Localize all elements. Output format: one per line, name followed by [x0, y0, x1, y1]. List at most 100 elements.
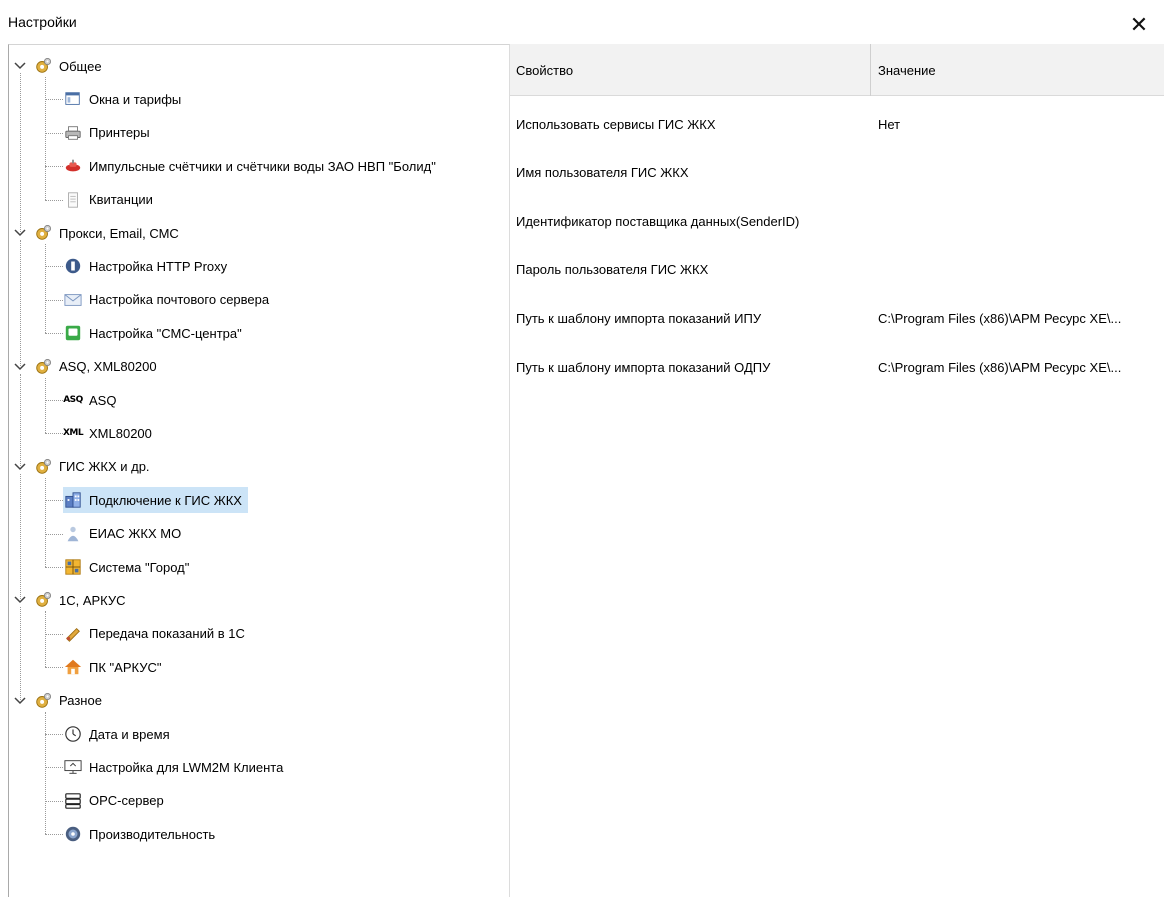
- tree-item[interactable]: Квитанции: [63, 187, 159, 213]
- tree-item[interactable]: XML XML80200: [63, 420, 158, 446]
- tree-item[interactable]: Система "Город": [63, 554, 195, 580]
- tree-group-label: Прокси, Email, СМС: [59, 225, 179, 241]
- proxy-icon: [63, 256, 83, 276]
- tree-item[interactable]: Дата и время: [63, 721, 176, 747]
- tree-item-label: XML80200: [89, 425, 152, 441]
- tree-item[interactable]: Принтеры: [63, 120, 156, 146]
- title-bar: Настройки ✕: [0, 0, 1164, 44]
- gear-group-icon: [33, 357, 53, 377]
- tree-item[interactable]: ПК "АРКУС": [63, 654, 167, 680]
- property-value[interactable]: [872, 246, 1164, 294]
- tree-item[interactable]: Настройка "СМС-центра": [63, 320, 248, 346]
- settings-tree[interactable]: Общее Окна и тарифы Принтеры Импульсные счё…: [8, 44, 510, 897]
- tree-item[interactable]: Окна и тарифы: [63, 86, 187, 112]
- window-title: Настройки: [8, 14, 77, 30]
- xml-icon: XML: [62, 428, 84, 439]
- gear-group-icon: [33, 56, 53, 76]
- property-name: Использовать сервисы ГИС ЖКХ: [516, 116, 716, 132]
- tree-item-label: Передача показаний в 1С: [89, 626, 245, 642]
- asq-icon: ASQ: [63, 395, 83, 405]
- expand-chevron-icon[interactable]: [13, 226, 27, 240]
- tree-group-0[interactable]: Общее: [33, 53, 106, 79]
- expand-chevron-icon[interactable]: [13, 59, 27, 73]
- tree-item[interactable]: OPC-сервер: [63, 788, 170, 814]
- server-icon: [63, 791, 83, 811]
- property-name: Путь к шаблону импорта показаний ИПУ: [516, 310, 762, 326]
- tree-item-label: Настройка почтового сервера: [89, 292, 270, 308]
- printer-icon: [63, 123, 83, 143]
- window-icon: [63, 89, 83, 109]
- property-value[interactable]: Нет: [872, 100, 1164, 148]
- tree-item-label: Окна и тарифы: [89, 91, 182, 107]
- tree-group-3[interactable]: ГИС ЖКХ и др.: [33, 454, 154, 480]
- figure-icon: [63, 524, 83, 544]
- grid-row[interactable]: Идентификатор поставщика данных(SenderID…: [510, 197, 1164, 245]
- expand-chevron-icon[interactable]: [13, 360, 27, 374]
- expand-chevron-icon[interactable]: [13, 460, 27, 474]
- tree-group-label: Общее: [59, 58, 102, 74]
- tree-group-5[interactable]: Разное: [33, 688, 106, 714]
- property-value[interactable]: [872, 197, 1164, 245]
- tree-item-label: OPC-сервер: [89, 793, 164, 809]
- close-button[interactable]: ✕: [1114, 8, 1164, 42]
- tree-item[interactable]: ASQ ASQ: [63, 387, 122, 413]
- tree-item[interactable]: Настройка почтового сервера: [63, 287, 275, 313]
- gear-group-icon: [33, 590, 53, 610]
- tree-group-label: Разное: [59, 693, 102, 709]
- tree-item[interactable]: Производительность: [63, 821, 221, 847]
- speed-icon: [63, 824, 83, 844]
- property-name: Пароль пользователя ГИС ЖКХ: [516, 262, 709, 278]
- tree-item-label: ASQ: [89, 392, 117, 408]
- tree-item-label: ЕИАС ЖКХ МО: [89, 526, 182, 542]
- grid-row[interactable]: Путь к шаблону импорта показаний ОДПУ C:\…: [510, 343, 1164, 391]
- tree-group-label: ASQ, XML80200: [59, 359, 157, 375]
- property-value[interactable]: [872, 149, 1164, 197]
- tree-item-label: Производительность: [89, 826, 216, 842]
- tree-item-label: Настройка "СМС-центра": [89, 325, 242, 341]
- tree-item-label: Подключение к ГИС ЖКХ: [89, 492, 242, 508]
- property-value[interactable]: C:\Program Files (x86)\АРМ Ресурс XE\...: [872, 343, 1164, 391]
- expand-chevron-icon[interactable]: [13, 593, 27, 607]
- building-icon: [63, 490, 83, 510]
- tree-group-label: 1С, АРКУС: [59, 592, 126, 608]
- mail-icon: [63, 290, 83, 310]
- tree-item-label: ПК "АРКУС": [89, 659, 162, 675]
- tree-item[interactable]: Настройка HTTP Proxy: [63, 253, 233, 279]
- tree-item[interactable]: Импульсные счётчики и счётчики воды ЗАО …: [63, 153, 442, 179]
- tree-item-label: Настройка для LWM2M Клиента: [89, 759, 284, 775]
- monitor-icon: [63, 757, 83, 777]
- tree-group-1[interactable]: Прокси, Email, СМС: [33, 220, 183, 246]
- tree-group-label: ГИС ЖКХ и др.: [59, 459, 150, 475]
- gear-group-icon: [33, 691, 53, 711]
- tree-item[interactable]: Настройка для LWM2M Клиента: [63, 754, 289, 780]
- grid-row[interactable]: Использовать сервисы ГИС ЖКХ Нет: [510, 100, 1164, 148]
- grid-icon: [63, 557, 83, 577]
- tree-item[interactable]: Подключение к ГИС ЖКХ: [63, 487, 248, 514]
- property-grid: Свойство Значение Использовать сервисы Г…: [510, 44, 1164, 897]
- tree-group-2[interactable]: ASQ, XML80200: [33, 354, 161, 380]
- grid-row[interactable]: Путь к шаблону импорта показаний ИПУ C:\P…: [510, 294, 1164, 342]
- settings-window: Настройки ✕ Общее Окна и тарифы Принтеры Им…: [0, 0, 1164, 897]
- grid-row[interactable]: Имя пользователя ГИС ЖКХ: [510, 149, 1164, 197]
- grid-header: Свойство Значение: [510, 44, 1164, 96]
- tree-item-label: Система "Город": [89, 559, 190, 575]
- gear-group-icon: [33, 457, 53, 477]
- tree-group-4[interactable]: 1С, АРКУС: [33, 587, 130, 613]
- tree-item[interactable]: Передача показаний в 1С: [63, 621, 251, 647]
- tree-item-label: Дата и время: [89, 726, 170, 742]
- meter-icon: [63, 156, 83, 176]
- receipt-icon: [63, 190, 83, 210]
- property-value[interactable]: C:\Program Files (x86)\АРМ Ресурс XE\...: [872, 294, 1164, 342]
- tree-item[interactable]: ЕИАС ЖКХ МО: [63, 521, 187, 547]
- grid-row[interactable]: Пароль пользователя ГИС ЖКХ: [510, 246, 1164, 294]
- property-name: Путь к шаблону импорта показаний ОДПУ: [516, 359, 771, 375]
- column-header-value[interactable]: Значение: [872, 44, 1164, 96]
- property-name: Идентификатор поставщика данных(SenderID…: [516, 213, 800, 229]
- tree-item-label: Квитанции: [89, 192, 153, 208]
- transfer-icon: [63, 624, 83, 644]
- sms-icon: [63, 323, 83, 343]
- expand-chevron-icon[interactable]: [13, 694, 27, 708]
- gear-group-icon: [33, 223, 53, 243]
- column-header-property[interactable]: Свойство: [510, 44, 871, 96]
- tree-item-label: Настройка HTTP Proxy: [89, 258, 228, 274]
